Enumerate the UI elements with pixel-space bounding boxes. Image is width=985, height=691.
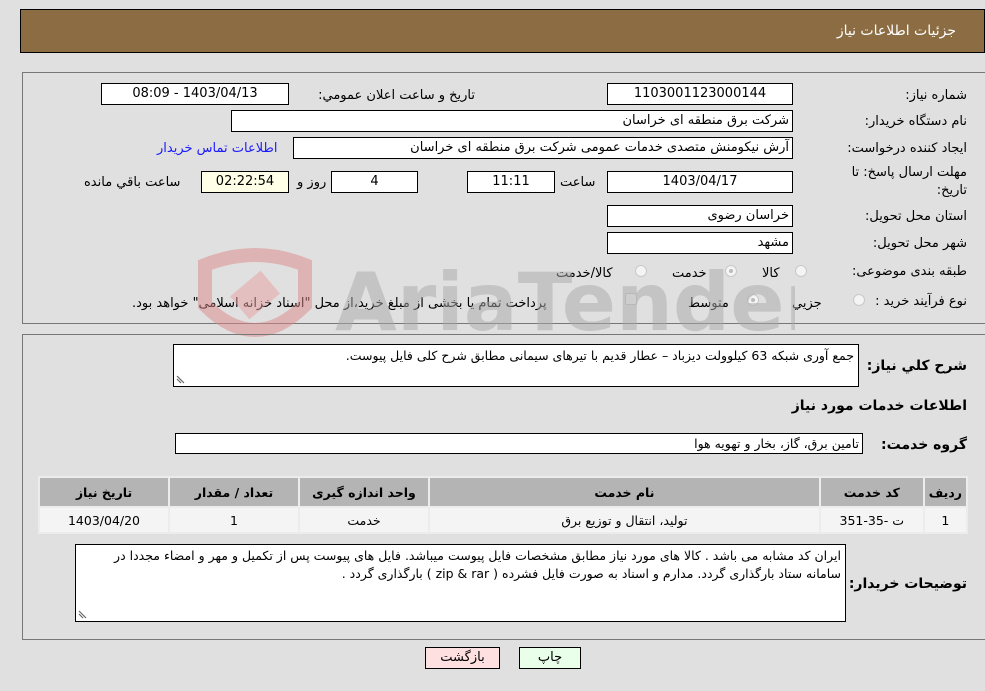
service-group-label: گروه خدمت: — [881, 437, 967, 453]
deadline-time-field: 11:11 — [467, 171, 555, 193]
purchase-type-option-minor: جزيي — [792, 296, 822, 311]
services-table-wrap: ردیف کد خدمت نام خدمت واحد اندازه گیری ت… — [38, 476, 968, 534]
purchase-type-label: نوع فرآیند خرید : — [875, 294, 967, 309]
time-remaining-field: 02:22:54 — [201, 171, 289, 193]
cell-unit: خدمت — [300, 508, 428, 532]
days-remaining-field: 4 — [331, 171, 418, 193]
cell-row-number: 1 — [924, 508, 966, 532]
treasury-checkbox[interactable] — [625, 293, 637, 305]
page-title: جزئیات اطلاعات نیاز — [836, 23, 956, 39]
province-field: خراسان رضوی — [607, 205, 793, 227]
category-radio-service[interactable] — [725, 265, 737, 277]
cell-service-name: تولید، انتقال و توزیع برق — [430, 508, 819, 532]
category-radio-goods[interactable] — [795, 265, 807, 277]
treasury-note: پرداخت تمام یا بخشی از مبلغ خرید،از محل … — [132, 296, 547, 311]
buyer-notes-text: ایران کد مشابه می باشد . کالا های مورد ن… — [114, 548, 841, 581]
resize-handle-icon[interactable] — [176, 375, 185, 384]
col-service-code: کد خدمت — [820, 478, 923, 506]
description-text: جمع آوری شبکه 63 کیلوولت دیزباد – عطار ق… — [345, 348, 854, 363]
need-number-label: شماره نیاز: — [905, 88, 967, 103]
table-header-row: ردیف کد خدمت نام خدمت واحد اندازه گیری ت… — [40, 478, 966, 506]
buyer-notes-label: توضیحات خریدار: — [848, 576, 967, 592]
city-field: مشهد — [607, 232, 793, 254]
cell-need-date: 1403/04/20 — [40, 508, 168, 532]
city-label: شهر محل تحویل: — [872, 236, 967, 251]
requester-label: ایجاد کننده درخواست: — [847, 141, 967, 156]
purchase-type-radio-minor[interactable] — [853, 294, 865, 306]
col-service-name: نام خدمت — [430, 478, 819, 506]
category-option-service: خدمت — [672, 266, 707, 281]
cell-service-code: ت -35-351 — [820, 508, 923, 532]
col-unit: واحد اندازه گیری — [300, 478, 428, 506]
page-header: جزئیات اطلاعات نیاز — [20, 9, 985, 53]
category-option-goods-service: کالا/خدمت — [556, 266, 613, 281]
services-table: ردیف کد خدمت نام خدمت واحد اندازه گیری ت… — [38, 476, 968, 534]
buyer-contact-link[interactable]: اطلاعات تماس خریدار — [157, 141, 277, 156]
province-label: استان محل تحویل: — [865, 209, 967, 224]
col-need-date: تاریخ نیاز — [40, 478, 168, 506]
description-textarea[interactable]: جمع آوری شبکه 63 کیلوولت دیزباد – عطار ق… — [173, 344, 859, 387]
col-row-number: ردیف — [924, 478, 966, 506]
resize-handle-icon[interactable] — [78, 610, 87, 619]
deadline-time-label: ساعت — [560, 175, 596, 190]
table-row: 1 ت -35-351 تولید، انتقال و توزیع برق خد… — [40, 508, 966, 532]
services-heading: اطلاعات خدمات مورد نیاز — [791, 398, 967, 414]
print-button[interactable]: چاپ — [519, 647, 581, 669]
cell-quantity: 1 — [170, 508, 298, 532]
service-group-field: تامین برق، گاز، بخار و تهویه هوا — [175, 433, 863, 454]
public-announce-label: تاریخ و ساعت اعلان عمومي: — [318, 88, 475, 103]
requester-field: آرش نیکومنش متصدی خدمات عمومی شرکت برق م… — [293, 137, 793, 159]
days-label: روز و — [297, 175, 327, 190]
buyer-org-field: شرکت برق منطقه ای خراسان — [231, 110, 793, 132]
purchase-type-option-medium: متوسط — [688, 296, 729, 311]
purchase-type-radio-medium[interactable] — [747, 294, 759, 306]
deadline-label: مهلت ارسال پاسخ: تا تاریخ: — [851, 165, 967, 198]
col-quantity: تعداد / مقدار — [170, 478, 298, 506]
back-button[interactable]: بازگشت — [425, 647, 500, 669]
category-label: طبقه بندی موضوعی: — [851, 264, 967, 279]
time-remaining-label: ساعت باقي مانده — [84, 175, 181, 190]
buyer-org-label: نام دستگاه خریدار: — [864, 114, 967, 129]
need-number-field: 1103001123000144 — [607, 83, 793, 105]
deadline-date-field: 1403/04/17 — [607, 171, 793, 193]
public-announce-field: 1403/04/13 - 08:09 — [101, 83, 289, 105]
category-option-goods: کالا — [762, 266, 780, 281]
description-label: شرح کلي نياز: — [866, 358, 967, 374]
buyer-notes-textarea[interactable]: ایران کد مشابه می باشد . کالا های مورد ن… — [75, 544, 846, 622]
category-radio-goods-service[interactable] — [635, 265, 647, 277]
